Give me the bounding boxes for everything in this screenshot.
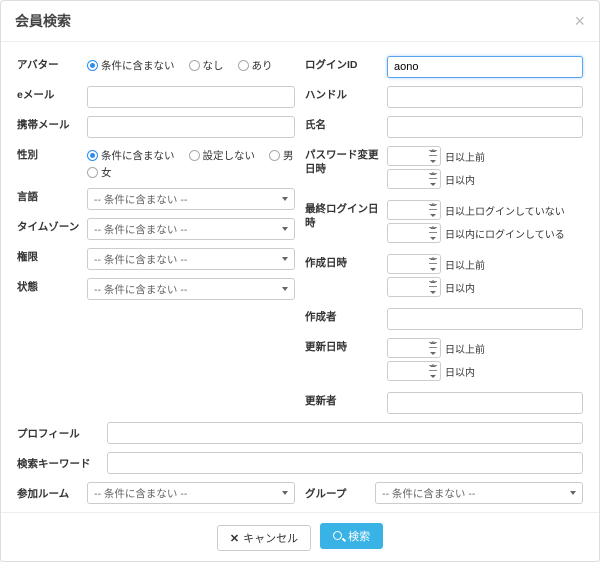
left-column: アバター 条件に含まない なし あり eメール 携帯メール 性別 [17, 56, 295, 422]
created-before-spinner[interactable] [387, 254, 441, 274]
timezone-label: タイムゾーン [17, 218, 87, 235]
modal-body: アバター 条件に含まない なし あり eメール 携帯メール 性別 [1, 42, 599, 512]
avatar-radio-group: 条件に含まない なし あり [87, 56, 295, 73]
keyword-input[interactable] [107, 452, 583, 474]
gender-label: 性別 [17, 146, 87, 163]
handle-input[interactable] [387, 86, 583, 108]
keyword-label: 検索キーワード [17, 455, 107, 472]
status-select[interactable]: -- 条件に含まない -- [87, 278, 295, 300]
x-icon: ✕ [230, 532, 239, 545]
modal-title: 会員検索 [15, 11, 71, 31]
avatar-radio-none[interactable]: なし [189, 58, 224, 73]
updated-label: 更新日時 [305, 338, 387, 355]
cancel-button[interactable]: ✕キャンセル [217, 525, 311, 551]
creator-label: 作成者 [305, 308, 387, 325]
close-icon[interactable]: × [574, 12, 585, 30]
name-label: 氏名 [305, 116, 387, 133]
lastlogin-before-spinner[interactable] [387, 200, 441, 220]
gender-radio-exclude[interactable]: 条件に含まない [87, 148, 175, 163]
search-button[interactable]: 検索 [320, 523, 383, 549]
room-label: 参加ルーム [17, 485, 87, 502]
group-select[interactable]: -- 条件に含まない -- [375, 482, 583, 504]
loginid-label: ログインID [305, 56, 387, 73]
room-select[interactable]: -- 条件に含まない -- [87, 482, 295, 504]
updater-label: 更新者 [305, 392, 387, 409]
mobile-input[interactable] [87, 116, 295, 138]
handle-label: ハンドル [305, 86, 387, 103]
profile-label: プロフィール [17, 425, 107, 442]
modal-header: 会員検索 × [1, 1, 599, 42]
avatar-label: アバター [17, 56, 87, 73]
updater-input[interactable] [387, 392, 583, 414]
gender-radio-unset[interactable]: 設定しない [189, 148, 256, 163]
pwchange-within-spinner[interactable] [387, 169, 441, 189]
updated-before-spinner[interactable] [387, 338, 441, 358]
updated-within-spinner[interactable] [387, 361, 441, 381]
pwchange-before-spinner[interactable] [387, 146, 441, 166]
loginid-input[interactable] [387, 56, 583, 78]
group-label: グループ [305, 485, 375, 502]
email-label: eメール [17, 86, 87, 103]
status-label: 状態 [17, 278, 87, 295]
member-search-modal: 会員検索 × アバター 条件に含まない なし あり eメール [0, 0, 600, 562]
creator-input[interactable] [387, 308, 583, 330]
profile-input[interactable] [107, 422, 583, 444]
avatar-radio-yes[interactable]: あり [238, 58, 273, 73]
avatar-radio-exclude[interactable]: 条件に含まない [87, 58, 175, 73]
search-icon [333, 531, 344, 542]
language-label: 言語 [17, 188, 87, 205]
role-select[interactable]: -- 条件に含まない -- [87, 248, 295, 270]
mobile-label: 携帯メール [17, 116, 87, 133]
lastlogin-label: 最終ログイン日時 [305, 200, 387, 230]
timezone-select[interactable]: -- 条件に含まない -- [87, 218, 295, 240]
gender-radio-male[interactable]: 男 [269, 148, 294, 163]
pwchange-label: パスワード変更日時 [305, 146, 387, 176]
name-input[interactable] [387, 116, 583, 138]
role-label: 権限 [17, 248, 87, 265]
email-input[interactable] [87, 86, 295, 108]
created-within-spinner[interactable] [387, 277, 441, 297]
lastlogin-within-spinner[interactable] [387, 223, 441, 243]
right-column: ログインID ハンドル 氏名 パスワード変更日時 日以上前 日以内 [305, 56, 583, 422]
created-label: 作成日時 [305, 254, 387, 271]
language-select[interactable]: -- 条件に含まない -- [87, 188, 295, 210]
gender-radio-female[interactable]: 女 [87, 165, 112, 180]
gender-radio-group: 条件に含まない 設定しない 男 女 [87, 146, 295, 180]
